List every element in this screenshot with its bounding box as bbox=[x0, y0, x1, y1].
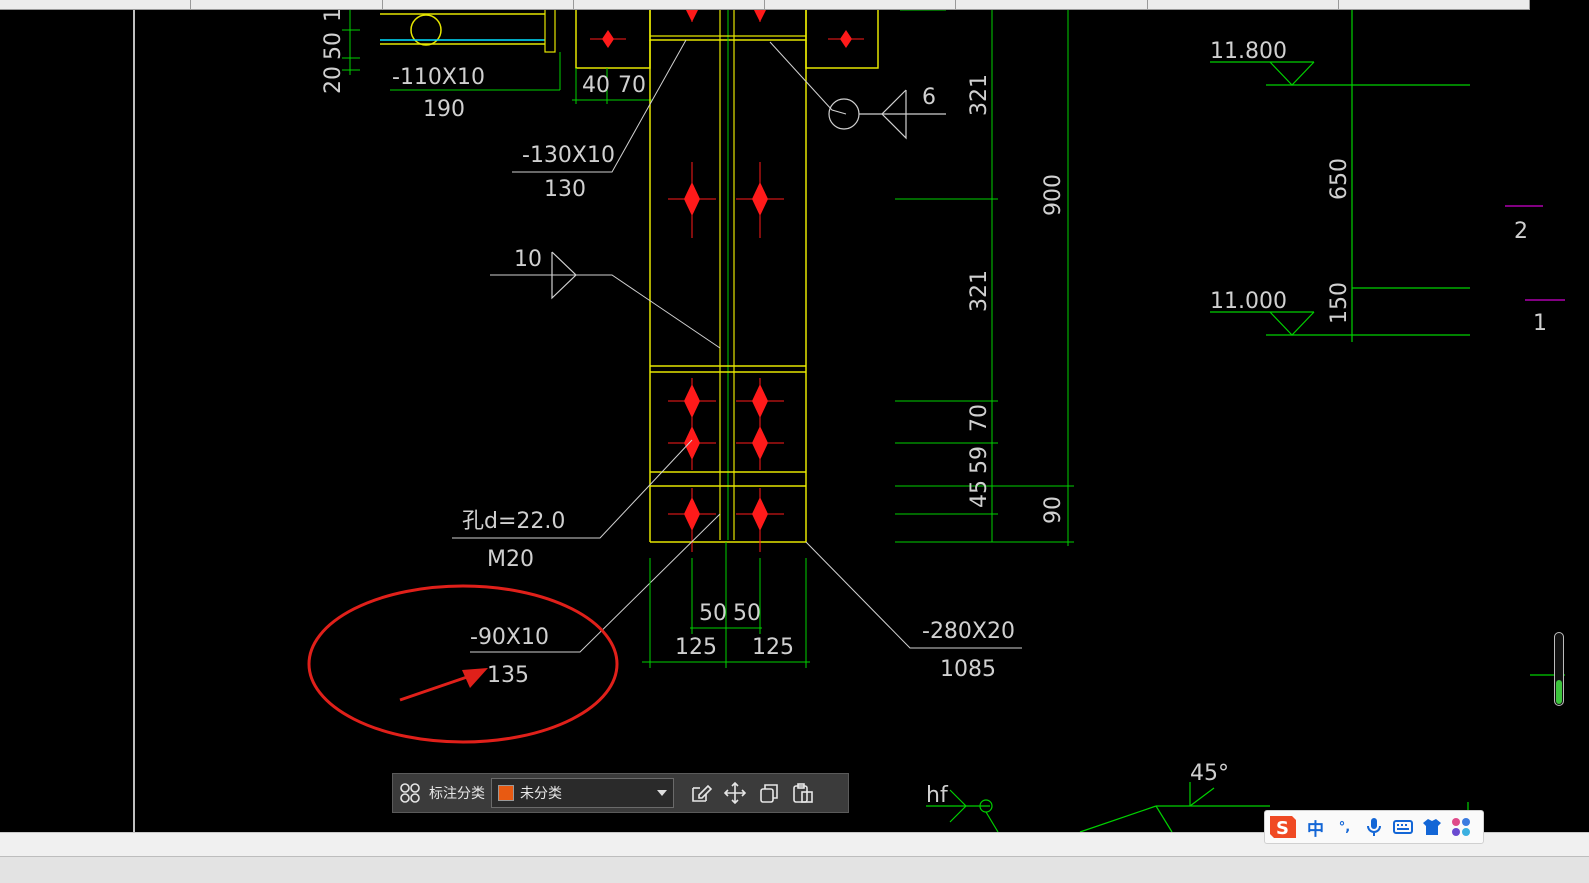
paste-icon[interactable] bbox=[786, 776, 820, 810]
top-tab[interactable] bbox=[383, 0, 574, 9]
ime-toolbar: S 中 °, bbox=[1264, 810, 1484, 844]
ime-mode-toggle[interactable]: 中 bbox=[1301, 813, 1330, 841]
dim-text-321-top: 321 bbox=[967, 74, 992, 116]
highlight-arrow bbox=[399, 668, 488, 702]
bolt-group bbox=[668, 0, 784, 552]
top-tab[interactable] bbox=[1339, 0, 1530, 9]
dim-text-650: 650 bbox=[1327, 158, 1352, 200]
angle-label-45: 45° bbox=[1190, 761, 1229, 786]
annotation-category-label: 标注分类 bbox=[429, 786, 485, 802]
weld-label-hf: hf bbox=[926, 783, 949, 808]
annotation-category-value: 未分类 bbox=[520, 786, 562, 802]
bottom-right-detail bbox=[926, 674, 1565, 833]
axis-label-1: 1 bbox=[1533, 311, 1547, 336]
dim-text-150: 150 bbox=[1327, 282, 1352, 324]
sogou-logo-icon[interactable]: S bbox=[1265, 810, 1301, 844]
top-tab[interactable] bbox=[1148, 0, 1339, 9]
top-tab[interactable] bbox=[191, 0, 383, 9]
move-icon[interactable] bbox=[718, 776, 752, 810]
bottom-taskbar bbox=[0, 856, 1589, 883]
shirt-icon[interactable] bbox=[1417, 813, 1446, 841]
apps-icon[interactable] bbox=[1446, 813, 1475, 841]
scrollbar-thumb[interactable] bbox=[1556, 680, 1562, 704]
top-tab-strip bbox=[0, 0, 1530, 10]
dim-text-50-right: 50 bbox=[733, 601, 761, 626]
dim-text-59: 59 bbox=[967, 446, 992, 474]
keyboard-icon[interactable] bbox=[1388, 813, 1417, 841]
dim-text-90: 90 bbox=[1041, 496, 1066, 524]
top-tab[interactable] bbox=[0, 0, 192, 9]
dim-text-125-left: 125 bbox=[675, 635, 717, 660]
copy-icon[interactable] bbox=[752, 776, 786, 810]
length-label-130: 130 bbox=[544, 177, 586, 202]
dim-text-50-left: 50 bbox=[699, 601, 727, 626]
weld-size-6: 6 bbox=[922, 85, 936, 110]
bolt-size-label: M20 bbox=[487, 547, 534, 572]
top-tab[interactable] bbox=[956, 0, 1148, 9]
leaders bbox=[452, 39, 1022, 653]
plate-label-130x10: -130X10 bbox=[522, 143, 615, 168]
top-tab[interactable] bbox=[765, 0, 957, 9]
length-label-190: 190 bbox=[423, 97, 465, 122]
hole-diameter-label: 孔d=22.0 bbox=[462, 509, 565, 534]
dim-text-900: 900 bbox=[1041, 174, 1066, 216]
microphone-icon[interactable] bbox=[1359, 813, 1388, 841]
plate-label-280x20: -280X20 bbox=[922, 619, 1015, 644]
dim-text-321-mid: 321 bbox=[967, 270, 992, 312]
elevation-11800: 11.800 bbox=[1210, 39, 1287, 64]
plate-label-90x10: -90X10 bbox=[470, 625, 549, 650]
svg-text:S: S bbox=[1276, 818, 1289, 839]
length-label-135: 135 bbox=[487, 663, 529, 688]
dim-text-45: 45 bbox=[967, 480, 992, 508]
chevron-down-icon bbox=[657, 790, 667, 796]
length-label-1085: 1085 bbox=[940, 657, 996, 682]
highlight-ellipse bbox=[307, 584, 619, 744]
dim-text-20: 20 bbox=[321, 66, 346, 94]
annotation-category-select[interactable]: 未分类 bbox=[491, 778, 674, 808]
dim-text-70-vertical: 70 bbox=[967, 404, 992, 432]
category-color-swatch bbox=[498, 785, 514, 801]
top-tab[interactable] bbox=[574, 0, 765, 9]
cad-drawing-canvas[interactable]: 120 50 20 -110X10 190 40 70 6 10 -130X10… bbox=[0, 0, 1589, 882]
dim-text-40: 40 bbox=[582, 73, 610, 98]
annotation-toolbar: 标注分类 未分类 bbox=[392, 773, 849, 813]
grid-icon[interactable] bbox=[393, 776, 427, 810]
axis-label-2: 2 bbox=[1514, 219, 1528, 244]
ime-punct-toggle[interactable]: °, bbox=[1330, 813, 1359, 841]
dim-text-70: 70 bbox=[618, 73, 646, 98]
steel-column bbox=[649, 7, 879, 543]
elevation-11000: 11.000 bbox=[1210, 289, 1287, 314]
edit-icon[interactable] bbox=[684, 776, 718, 810]
weld-size-10: 10 bbox=[514, 247, 542, 272]
dim-text-50: 50 bbox=[321, 32, 346, 60]
plate-label-110x10: -110X10 bbox=[392, 65, 485, 90]
dim-text-125-right: 125 bbox=[752, 635, 794, 660]
